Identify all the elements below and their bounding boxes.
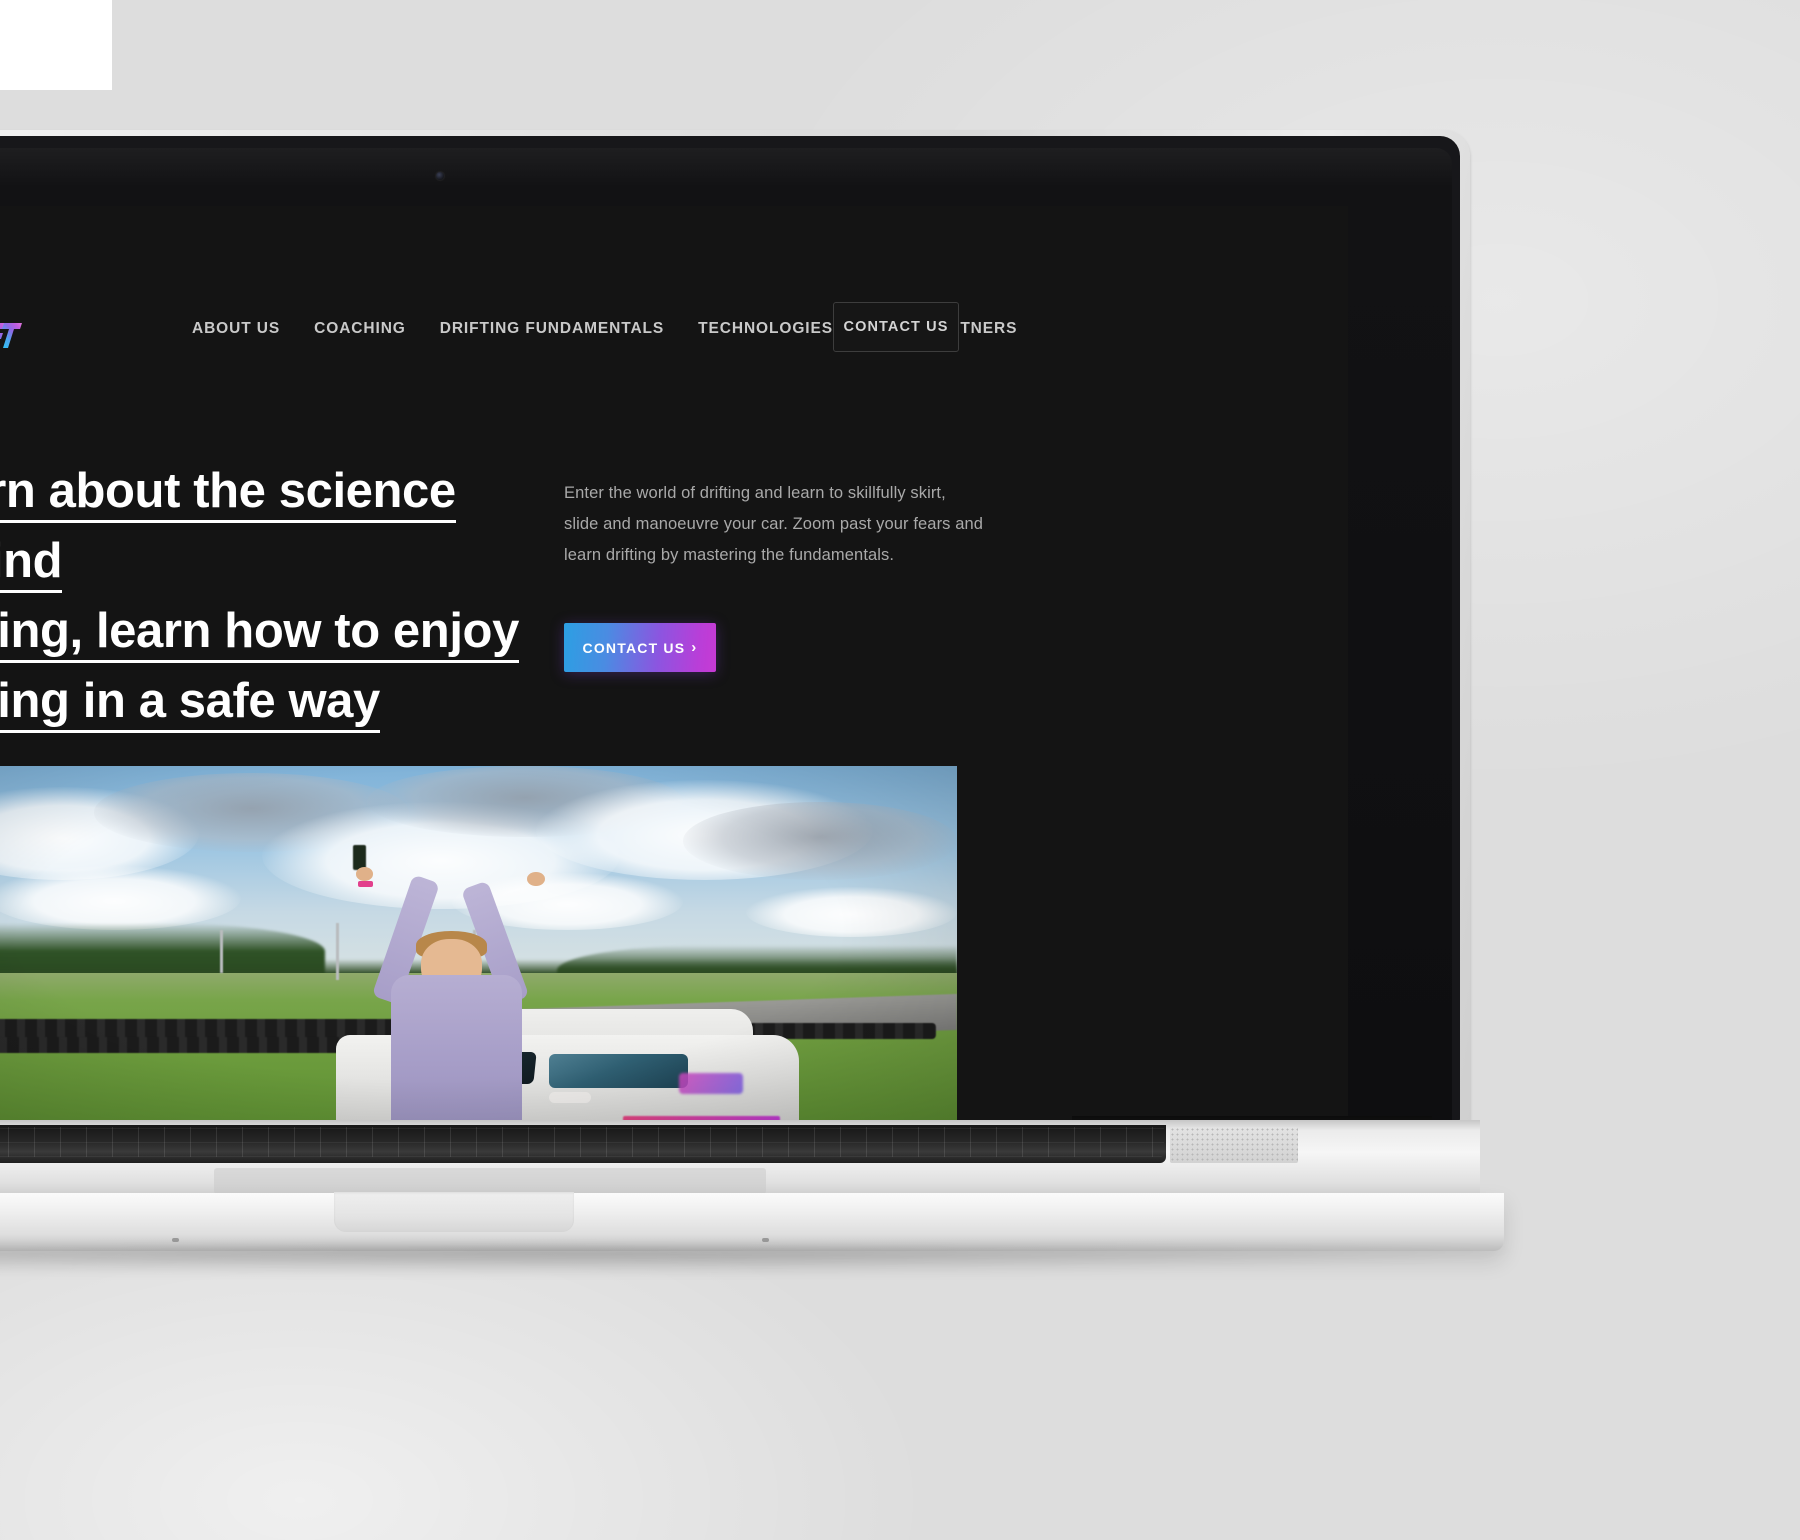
car-decal [678,1073,744,1095]
wristband [358,880,374,887]
cloud [683,801,957,881]
laptop-lid-inner: ABOUT US COACHING DRIFTING FUNDAMENTALS … [0,136,1460,1123]
nav-item-about-us[interactable]: ABOUT US [192,320,280,338]
laptop-mockup: ABOUT US COACHING DRIFTING FUNDAMENTALS … [0,130,1522,1274]
laptop-speaker-grille [1170,1127,1298,1163]
headline-line-3: drifting in a safe way [0,674,380,733]
laptop-foot [172,1238,179,1242]
website-viewport: ABOUT US COACHING DRIFTING FUNDAMENTALS … [0,206,1348,1123]
headline-line-1: Learn about the science behind [0,464,456,593]
light-pole [219,930,223,974]
background-white-block [0,0,112,90]
hoodie-torso [390,975,523,1123]
hero-cta-label: CONTACT US [582,639,686,656]
nav-contact-us-button[interactable]: CONTACT US [833,302,959,352]
hero-section: Learn about the science behind drifting,… [0,456,1348,736]
hero-video-thumbnail[interactable] [0,766,957,1123]
page-title: Learn about the science behind drifting,… [0,456,542,736]
laptop-screen: ABOUT US COACHING DRIFTING FUNDAMENTALS … [0,206,1348,1123]
laptop-latch-notch [334,1192,574,1232]
nav-item-drifting-fundamentals[interactable]: DRIFTING FUNDAMENTALS [440,320,664,338]
handheld-object [352,844,366,870]
keyboard-keys [0,1127,1164,1157]
nav-item-technologies[interactable]: TECHNOLOGIES [698,320,833,338]
nav-item-coaching[interactable]: COACHING [314,320,406,338]
laptop-foot [762,1238,769,1242]
laptop-bezel: ABOUT US COACHING DRIFTING FUNDAMENTALS … [0,148,1452,1123]
headline-line-2: drifting, learn how to enjoy [0,604,519,663]
hand-right [527,872,546,887]
hero-right-column: Enter the world of drifting and learn to… [542,456,984,736]
hero-left-column: Learn about the science behind drifting,… [0,456,542,736]
chevron-right-icon: › [691,639,698,656]
tyre-barrier [0,1037,368,1054]
laptop-front-lip [0,1193,1504,1251]
webcam-icon [436,172,444,180]
celebrating-driver [325,844,578,1123]
hero-contact-us-button[interactable]: CONTACT US › [564,623,716,672]
laptop-trackpad [214,1168,766,1194]
video-still-image [0,766,957,1123]
laptop-lid: ABOUT US COACHING DRIFTING FUNDAMENTALS … [0,130,1470,1130]
cloud [746,887,957,938]
logo-pm-drift[interactable] [0,310,22,352]
site-header: ABOUT US COACHING DRIFTING FUNDAMENTALS … [0,206,1348,386]
laptop-shadow [0,1248,1522,1274]
laptop-keyboard [0,1125,1166,1163]
hero-body-text: Enter the world of drifting and learn to… [564,484,984,564]
hand-left [355,866,374,881]
